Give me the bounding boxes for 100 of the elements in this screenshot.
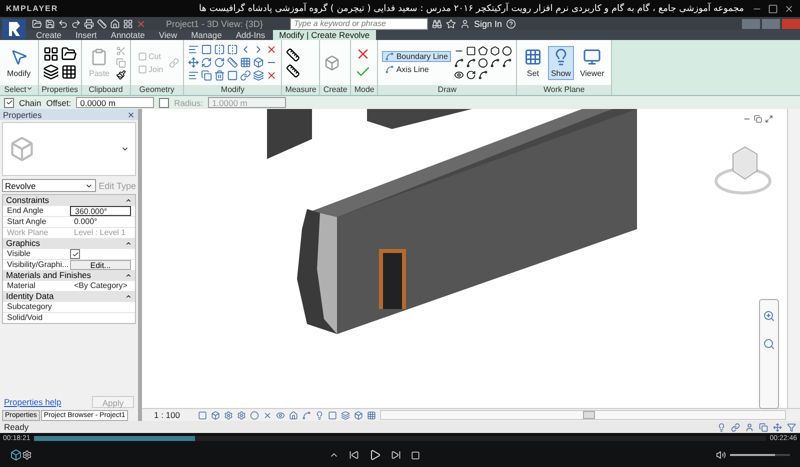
ribbon-tab[interactable]: Insert xyxy=(70,30,103,40)
pointer-icon[interactable] xyxy=(10,48,28,66)
array-icon[interactable] xyxy=(240,57,252,68)
settings-icon[interactable] xyxy=(22,450,32,460)
split-icon[interactable] xyxy=(188,70,200,81)
arc-icon[interactable] xyxy=(490,58,500,68)
print-icon[interactable] xyxy=(84,18,94,28)
lightbulb-icon[interactable] xyxy=(717,422,726,432)
align-icon[interactable] xyxy=(188,44,200,55)
horizontal-scrollbar[interactable] xyxy=(380,410,786,420)
vertical-scrollbar[interactable] xyxy=(787,109,800,408)
move-icon[interactable] xyxy=(188,57,200,68)
pentagon-icon[interactable] xyxy=(478,46,488,56)
offset-icon[interactable] xyxy=(201,44,212,55)
tool-button[interactable]: Set xyxy=(520,46,545,80)
link-icon[interactable] xyxy=(731,422,740,432)
paintbrush-icon[interactable] xyxy=(116,70,126,80)
tool-button[interactable]: Boundary Line xyxy=(382,50,451,62)
pin-icon[interactable] xyxy=(240,70,252,81)
maximize-icon[interactable] xyxy=(765,115,773,123)
panel-label[interactable]: Create xyxy=(320,85,350,95)
next-icon[interactable] xyxy=(390,450,400,460)
user-icon[interactable] xyxy=(460,18,470,28)
star-icon[interactable] xyxy=(446,18,456,28)
window-icon[interactable] xyxy=(123,18,133,28)
close-icon[interactable] xyxy=(784,4,794,14)
view-control-icon[interactable] xyxy=(354,410,363,420)
seek-bar[interactable] xyxy=(34,436,766,440)
properties-palette-icon[interactable] xyxy=(42,64,59,80)
ribbon-tab[interactable]: Annotate xyxy=(104,30,151,40)
arc-icon[interactable] xyxy=(454,58,464,68)
sign-in-link[interactable]: Sign In xyxy=(474,18,502,28)
view-control-icon[interactable] xyxy=(198,410,207,420)
edit-button[interactable]: Edit... xyxy=(70,260,131,270)
hexagon-icon[interactable] xyxy=(490,46,500,56)
measure-icon[interactable] xyxy=(97,18,107,28)
mirror-icon[interactable] xyxy=(214,44,226,55)
ruler-icon[interactable] xyxy=(286,64,300,78)
trim-icon[interactable] xyxy=(227,57,238,68)
save-icon[interactable] xyxy=(45,18,55,28)
spline-icon[interactable] xyxy=(502,58,512,68)
open-icon[interactable] xyxy=(32,18,42,28)
mirror-icon[interactable] xyxy=(227,44,238,55)
dropdown-icon[interactable] xyxy=(121,145,129,153)
type-properties-icon[interactable] xyxy=(42,46,59,62)
view-control-icon[interactable] xyxy=(263,410,272,420)
tool-button[interactable]: Modify xyxy=(4,46,34,80)
collapse-icon[interactable] xyxy=(125,272,132,278)
panel-label[interactable]: Geometry xyxy=(130,85,184,95)
panel-label[interactable]: Work Plane xyxy=(516,85,612,95)
view-control-icon[interactable] xyxy=(237,410,246,420)
maximize-icon[interactable] xyxy=(768,4,778,14)
view-control-icon[interactable] xyxy=(302,410,311,420)
panel-label[interactable]: Select xyxy=(0,85,38,95)
dropdown-icon[interactable] xyxy=(26,85,34,92)
panel-label[interactable]: Mode xyxy=(351,85,378,95)
help-icon[interactable] xyxy=(506,18,516,28)
ribbon-tab[interactable]: Manage xyxy=(185,30,228,40)
restore-icon[interactable] xyxy=(754,115,762,123)
arc-icon[interactable] xyxy=(466,70,476,80)
close-icon[interactable] xyxy=(266,70,278,81)
zoom-icon[interactable] xyxy=(763,338,775,350)
panel-label[interactable]: Measure xyxy=(282,85,320,95)
view-control-icon[interactable] xyxy=(341,410,350,420)
ribbon-tab[interactable]: View xyxy=(152,30,184,40)
redo-icon[interactable] xyxy=(71,18,81,28)
scale-icon[interactable] xyxy=(253,57,264,68)
ribbon-tab[interactable]: Create xyxy=(30,30,68,40)
search-field[interactable]: Type a keyword or phrase xyxy=(290,18,428,30)
rotate-icon[interactable] xyxy=(214,57,226,68)
offset-field[interactable]: 0.0000 m xyxy=(76,97,154,108)
undo-icon[interactable] xyxy=(58,18,68,28)
tool-button[interactable]: Viewer xyxy=(576,46,608,80)
rectangle-icon[interactable] xyxy=(466,46,476,56)
view-control-icon[interactable] xyxy=(211,410,220,420)
layers-icon[interactable] xyxy=(253,70,264,81)
panel-label[interactable]: Clipboard xyxy=(82,85,130,95)
filter-icon[interactable] xyxy=(787,422,796,432)
view-control-icon[interactable] xyxy=(224,410,233,420)
box-icon[interactable] xyxy=(324,54,340,70)
type-selector[interactable]: Revolve xyxy=(2,179,96,192)
view-control-icon[interactable] xyxy=(367,410,376,420)
ribbon-tab[interactable]: Add-Ins xyxy=(230,30,272,40)
volume-icon[interactable] xyxy=(716,450,726,460)
close-icon[interactable] xyxy=(266,44,278,55)
home-icon[interactable] xyxy=(110,18,120,28)
property-value[interactable]: <By Category> xyxy=(70,281,131,291)
view-control-icon[interactable] xyxy=(250,410,259,420)
property-value[interactable]: 0.000° xyxy=(70,217,131,227)
trash-icon[interactable] xyxy=(214,70,226,81)
application-menu-button[interactable] xyxy=(2,19,26,39)
ruler-icon[interactable] xyxy=(286,48,300,62)
view-control-icon[interactable] xyxy=(276,410,285,420)
3d-icon[interactable] xyxy=(10,449,22,461)
panel-label[interactable]: Modify xyxy=(184,85,282,95)
panel-label[interactable]: Properties xyxy=(38,85,82,95)
tool-button[interactable]: Axis Line xyxy=(382,64,451,74)
monitor-icon[interactable] xyxy=(583,48,602,66)
move-icon[interactable] xyxy=(773,422,782,432)
collapse-icon[interactable] xyxy=(125,240,132,246)
